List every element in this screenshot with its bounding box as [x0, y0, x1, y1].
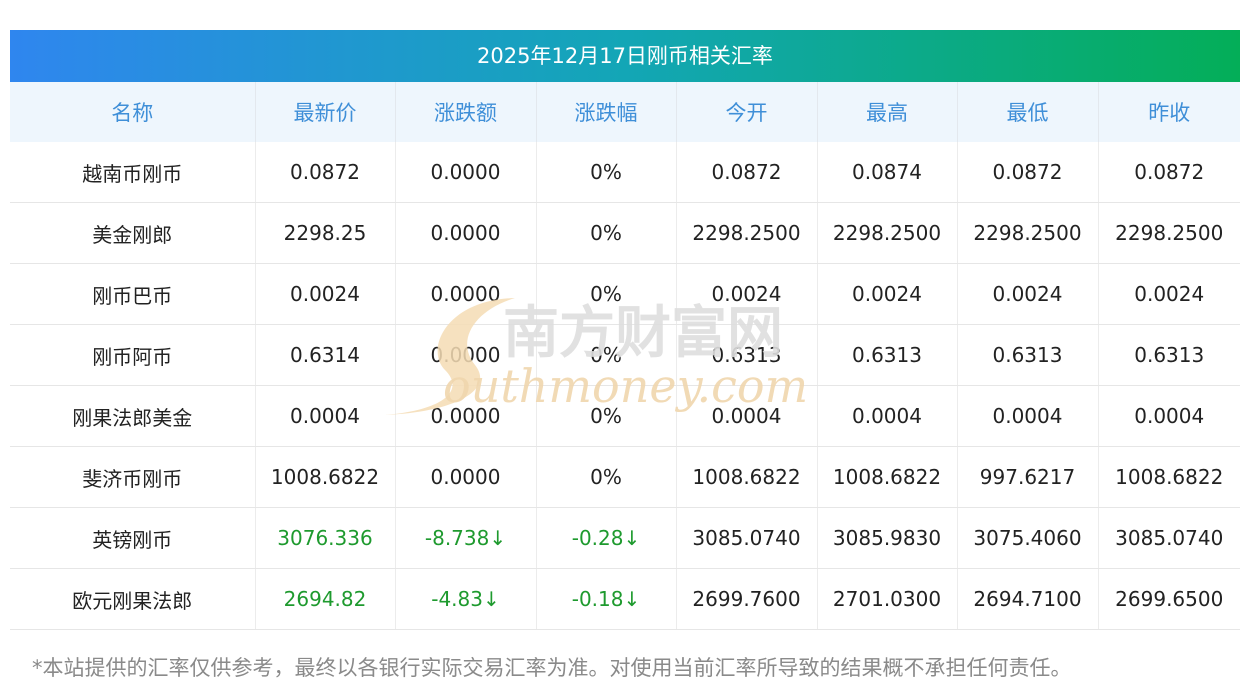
cell-open: 0.0024	[676, 263, 818, 325]
table-header-row: 名称 最新价 涨跌额 涨跌幅 今开 最高 最低 昨收	[10, 82, 1240, 142]
cell-prev-close: 0.0872	[1098, 142, 1240, 203]
cell-high: 0.0874	[817, 142, 958, 203]
cell-prev-close: 1008.6822	[1098, 446, 1240, 508]
cell-high: 2701.0300	[817, 568, 958, 630]
cell-change: 0.0000	[395, 324, 537, 386]
cell-low: 2298.2500	[957, 202, 1099, 264]
cell-high: 3085.9830	[817, 507, 958, 569]
column-header-open: 今开	[676, 82, 818, 142]
cell-prev-close: 0.0004	[1098, 385, 1240, 447]
cell-name: 刚币阿币	[10, 324, 256, 386]
cell-low: 997.6217	[957, 446, 1099, 508]
cell-low: 2694.7100	[957, 568, 1099, 630]
table-row: 欧元刚果法郎 2694.82 -4.83↓ -0.18↓ 2699.7600 2…	[10, 568, 1240, 630]
cell-change-pct: -0.28↓	[536, 507, 677, 569]
cell-change-pct: 0%	[536, 202, 677, 264]
cell-prev-close: 2298.2500	[1098, 202, 1240, 264]
table-row: 刚果法郎美金 0.0004 0.0000 0% 0.0004 0.0004 0.…	[10, 385, 1240, 447]
column-header-low: 最低	[957, 82, 1099, 142]
cell-low: 3075.4060	[957, 507, 1099, 569]
cell-high: 2298.2500	[817, 202, 958, 264]
table-title: 2025年12月17日刚币相关汇率	[10, 30, 1240, 82]
column-header-change-pct: 涨跌幅	[536, 82, 677, 142]
column-header-name: 名称	[10, 82, 256, 142]
cell-prev-close: 2699.6500	[1098, 568, 1240, 630]
table-row: 越南币刚币 0.0872 0.0000 0% 0.0872 0.0874 0.0…	[10, 142, 1240, 203]
cell-latest: 2298.25	[255, 202, 396, 264]
cell-name: 越南币刚币	[10, 142, 256, 203]
cell-latest: 3076.336	[255, 507, 396, 569]
cell-high: 1008.6822	[817, 446, 958, 508]
cell-prev-close: 0.0024	[1098, 263, 1240, 325]
table-row: 美金刚郎 2298.25 0.0000 0% 2298.2500 2298.25…	[10, 202, 1240, 264]
cell-name: 斐济币刚币	[10, 446, 256, 508]
cell-change: 0.0000	[395, 446, 537, 508]
cell-open: 1008.6822	[676, 446, 818, 508]
cell-change-pct: 0%	[536, 446, 677, 508]
cell-low: 0.0004	[957, 385, 1099, 447]
cell-latest: 0.0024	[255, 263, 396, 325]
cell-change-pct: -0.18↓	[536, 568, 677, 630]
cell-change: 0.0000	[395, 263, 537, 325]
cell-change: -4.83↓	[395, 568, 537, 630]
cell-change: 0.0000	[395, 385, 537, 447]
cell-change-pct: 0%	[536, 263, 677, 325]
cell-change-pct: 0%	[536, 142, 677, 203]
cell-low: 0.0872	[957, 142, 1099, 203]
column-header-change: 涨跌额	[395, 82, 537, 142]
exchange-rate-table: 名称 最新价 涨跌额 涨跌幅 今开 最高 最低 昨收 越南币刚币 0.0872 …	[10, 82, 1240, 630]
cell-open: 3085.0740	[676, 507, 818, 569]
cell-name: 欧元刚果法郎	[10, 568, 256, 630]
cell-change-pct: 0%	[536, 385, 677, 447]
disclaimer-text: *本站提供的汇率仅供参考，最终以各银行实际交易汇率为准。对使用当前汇率所导致的结…	[32, 656, 1072, 680]
cell-open: 0.0004	[676, 385, 818, 447]
cell-low: 0.6313	[957, 324, 1099, 386]
column-header-prev-close: 昨收	[1098, 82, 1240, 142]
cell-latest: 0.0872	[255, 142, 396, 203]
cell-latest: 2694.82	[255, 568, 396, 630]
table-row: 刚币巴币 0.0024 0.0000 0% 0.0024 0.0024 0.00…	[10, 263, 1240, 325]
table-row: 斐济币刚币 1008.6822 0.0000 0% 1008.6822 1008…	[10, 446, 1240, 508]
column-header-high: 最高	[817, 82, 958, 142]
cell-open: 2699.7600	[676, 568, 818, 630]
cell-prev-close: 3085.0740	[1098, 507, 1240, 569]
cell-name: 刚币巴币	[10, 263, 256, 325]
column-header-latest: 最新价	[255, 82, 396, 142]
cell-name: 英镑刚币	[10, 507, 256, 569]
cell-change: 0.0000	[395, 142, 537, 203]
table-row: 刚币阿币 0.6314 0.0000 0% 0.6313 0.6313 0.63…	[10, 324, 1240, 386]
cell-change: 0.0000	[395, 202, 537, 264]
cell-change-pct: 0%	[536, 324, 677, 386]
cell-latest: 0.6314	[255, 324, 396, 386]
cell-name: 美金刚郎	[10, 202, 256, 264]
cell-high: 0.0024	[817, 263, 958, 325]
cell-low: 0.0024	[957, 263, 1099, 325]
cell-prev-close: 0.6313	[1098, 324, 1240, 386]
cell-open: 0.0872	[676, 142, 818, 203]
cell-open: 2298.2500	[676, 202, 818, 264]
cell-high: 0.6313	[817, 324, 958, 386]
cell-high: 0.0004	[817, 385, 958, 447]
cell-change: -8.738↓	[395, 507, 537, 569]
table-row: 英镑刚币 3076.336 -8.738↓ -0.28↓ 3085.0740 3…	[10, 507, 1240, 569]
cell-open: 0.6313	[676, 324, 818, 386]
rate-panel: 2025年12月17日刚币相关汇率 名称 最新价 涨跌额 涨跌幅 今开 最高 最…	[10, 30, 1240, 630]
cell-name: 刚果法郎美金	[10, 385, 256, 447]
cell-latest: 0.0004	[255, 385, 396, 447]
cell-latest: 1008.6822	[255, 446, 396, 508]
